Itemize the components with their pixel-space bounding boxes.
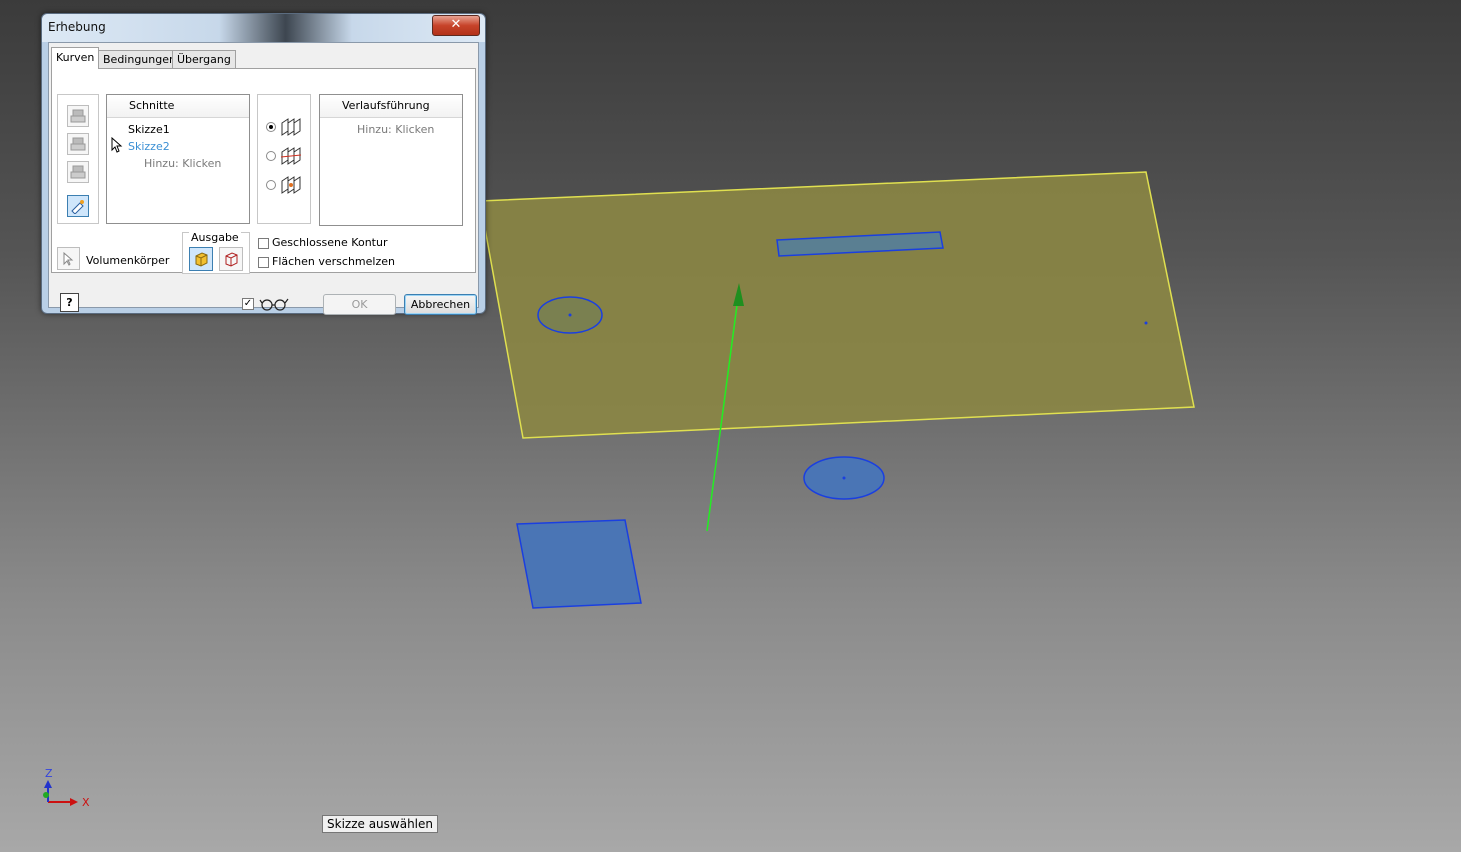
loft-dialog[interactable]: Erhebung ✕ Kurven Bedingungen Übergang S… [41, 13, 486, 315]
status-tooltip: Skizze auswählen [322, 815, 439, 833]
sketch-center-point [568, 313, 572, 317]
sections-add-hint[interactable]: Hinzu: Klicken [144, 157, 221, 170]
output-group: Ausgabe [182, 231, 250, 274]
sections-header: Schnitte [107, 95, 249, 118]
tab-uebergang[interactable]: Übergang [172, 50, 236, 68]
sketch-rectangle-lower[interactable] [516, 519, 642, 609]
close-icon: ✕ [450, 17, 462, 32]
tab-kurven[interactable]: Kurven [51, 47, 100, 69]
select-sketch-button[interactable] [67, 195, 89, 217]
loft-mode-group [257, 94, 311, 224]
rails-header: Verlaufsführung [320, 95, 462, 118]
center-line-mode-icon [280, 147, 302, 165]
output-label: Ausgabe [189, 231, 241, 244]
cursor-select-icon [63, 251, 73, 266]
help-button[interactable]: ? [60, 293, 79, 312]
move-up-icon [70, 109, 86, 123]
triad-z-label: Z [45, 767, 53, 780]
body-select-button[interactable] [57, 247, 80, 270]
sections-tools-group [57, 94, 99, 224]
body-type-label: Volumenkörper [86, 254, 170, 267]
solid-output-icon [195, 252, 208, 267]
surface-output-button[interactable] [219, 247, 243, 271]
sections-list[interactable]: Schnitte Skizze1 Skizze2 Hinzu: Klicken [106, 94, 250, 224]
move-up-button[interactable] [67, 105, 89, 127]
mode-center-line-radio[interactable] [266, 151, 276, 161]
list-item-skizze2[interactable]: Skizze2 [128, 140, 170, 153]
triad-x-label: X [82, 796, 90, 809]
cancel-button[interactable]: Abbrechen [404, 294, 477, 315]
mouse-cursor-icon [111, 137, 123, 153]
ok-button[interactable]: OK [323, 294, 396, 315]
move-down-icon [70, 137, 86, 151]
mode-area-loft-radio[interactable] [266, 180, 276, 190]
move-down-button[interactable] [67, 133, 89, 155]
list-item-skizze1[interactable]: Skizze1 [128, 123, 170, 136]
delete-button[interactable] [67, 161, 89, 183]
preview-checkbox[interactable]: ✓ [242, 298, 254, 310]
sketch-point [1144, 321, 1148, 325]
mode-rails-radio[interactable] [266, 122, 276, 132]
closed-loop-checkbox[interactable] [258, 238, 269, 249]
select-sketch-icon [71, 200, 84, 214]
closed-loop-label[interactable]: Geschlossene Kontur [272, 236, 387, 249]
close-button[interactable]: ✕ [432, 15, 480, 36]
tab-bedingungen[interactable]: Bedingungen [98, 50, 181, 68]
merge-faces-checkbox[interactable] [258, 257, 269, 268]
delete-icon [70, 165, 86, 179]
sketch-center-point [842, 476, 846, 480]
surface-output-icon [225, 252, 238, 267]
merge-faces-label[interactable]: Flächen verschmelzen [272, 255, 395, 268]
help-icon: ? [66, 296, 73, 309]
dialog-titlebar[interactable]: Erhebung ✕ [42, 14, 485, 42]
rails-mode-icon [281, 118, 301, 136]
rails-list[interactable]: Verlaufsführung Hinzu: Klicken [319, 94, 463, 226]
dialog-client: Kurven Bedingungen Übergang Schnitte Ski… [48, 42, 479, 315]
curves-panel: Schnitte Skizze1 Skizze2 Hinzu: Klicken [51, 68, 476, 274]
glasses-icon [259, 298, 289, 311]
dialog-title: Erhebung [48, 20, 106, 34]
view-triad [43, 780, 78, 806]
area-loft-mode-icon [281, 176, 301, 194]
rails-add-hint[interactable]: Hinzu: Klicken [357, 123, 434, 136]
solid-output-button[interactable] [189, 247, 213, 271]
